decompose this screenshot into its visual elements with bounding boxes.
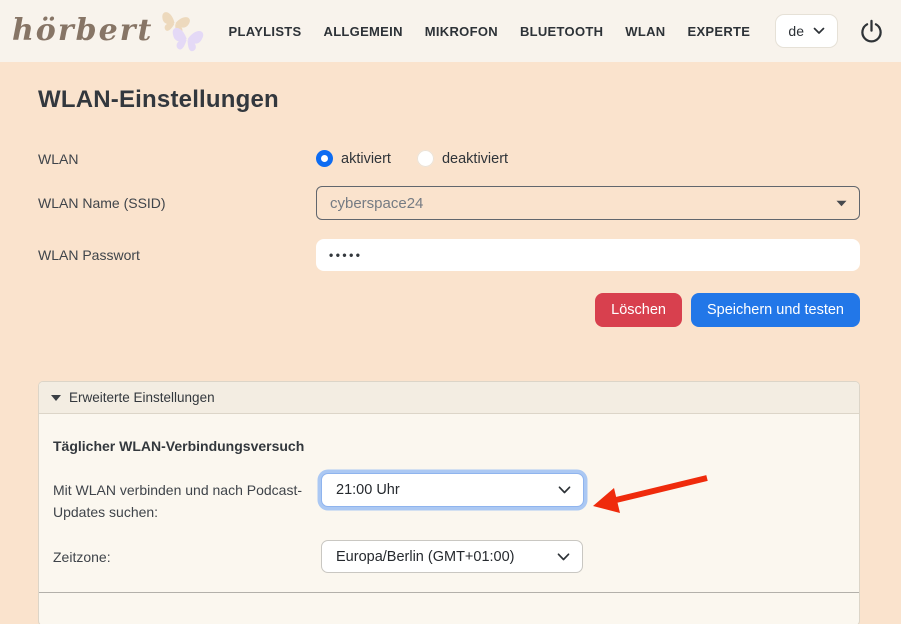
nav-item[interactable]: MIKROFON [425, 24, 498, 39]
radio-unselected-icon[interactable] [417, 150, 434, 167]
chevron-down-icon [557, 553, 570, 561]
advanced-settings-toggle[interactable]: Erweiterte Einstellungen [39, 382, 859, 414]
chevron-down-icon [558, 486, 571, 494]
wlan-label: WLAN [38, 151, 316, 167]
nav-item[interactable]: WLAN [625, 24, 665, 39]
top-header: hörbert PLAYLISTS AL [0, 0, 901, 62]
advanced-settings-label: Erweiterte Einstellungen [69, 390, 215, 405]
ssid-value: cyberspace24 [330, 195, 423, 212]
chevron-down-icon [813, 27, 825, 35]
timezone-select[interactable]: Europa/Berlin (GMT+01:00) [321, 540, 583, 573]
advanced-settings-panel: Erweiterte Einstellungen Täglicher WLAN-… [38, 381, 860, 624]
nav-item[interactable]: PLAYLISTS [228, 24, 301, 39]
main-nav: PLAYLISTS ALLGEMEIN MIKROFON BLUETOOTH W… [228, 24, 750, 39]
wlan-radio-group: aktiviert deaktiviert [316, 150, 860, 167]
panel-divider [39, 592, 859, 593]
nav-item[interactable]: EXPERTE [687, 24, 750, 39]
wlan-form: WLAN aktiviert deaktiviert WLAN Name (SS… [38, 150, 860, 327]
timezone-value: Europa/Berlin (GMT+01:00) [336, 549, 515, 565]
form-actions: Löschen Speichern und testen [38, 293, 860, 327]
triangle-down-icon [51, 395, 61, 401]
ssid-label: WLAN Name (SSID) [38, 195, 316, 211]
nav-item[interactable]: ALLGEMEIN [324, 24, 403, 39]
save-and-test-button[interactable]: Speichern und testen [691, 293, 860, 327]
butterfly-icons [155, 7, 207, 57]
podcast-time-label: Mit WLAN verbinden und nach Podcast-Upda… [53, 473, 321, 523]
timezone-row: Zeitzone: Europa/Berlin (GMT+01:00) [53, 540, 859, 573]
timezone-label: Zeitzone: [53, 540, 321, 568]
page-title: WLAN-Einstellungen [38, 86, 860, 114]
ssid-combobox[interactable]: cyberspace24 [316, 186, 860, 220]
podcast-time-row: Mit WLAN verbinden und nach Podcast-Upda… [53, 473, 859, 523]
advanced-settings-body: Täglicher WLAN-Verbindungsversuch Mit WL… [39, 414, 859, 593]
delete-button[interactable]: Löschen [595, 293, 682, 327]
logo-text: hörbert [12, 5, 153, 57]
power-icon [858, 18, 885, 45]
radio-deaktiviert-label: deaktiviert [442, 151, 508, 167]
password-row: WLAN Passwort [38, 239, 860, 271]
main-content: WLAN-Einstellungen WLAN aktiviert deakti… [0, 86, 901, 624]
podcast-time-value: 21:00 Uhr [336, 482, 400, 498]
password-input[interactable] [316, 239, 860, 271]
radio-selected-icon[interactable] [316, 150, 333, 167]
power-button[interactable] [858, 18, 885, 45]
radio-aktiviert-label: aktiviert [341, 151, 391, 167]
logo[interactable]: hörbert [12, 5, 207, 57]
language-value: de [788, 23, 804, 39]
password-label: WLAN Passwort [38, 247, 316, 263]
radio-aktiviert[interactable]: aktiviert [316, 150, 391, 167]
wlan-toggle-row: WLAN aktiviert deaktiviert [38, 150, 860, 167]
podcast-time-select[interactable]: 21:00 Uhr [321, 473, 584, 507]
ssid-row: WLAN Name (SSID) cyberspace24 [38, 186, 860, 220]
radio-deaktiviert[interactable]: deaktiviert [417, 150, 508, 167]
nav-item[interactable]: BLUETOOTH [520, 24, 603, 39]
daily-attempt-heading: Täglicher WLAN-Verbindungsversuch [53, 438, 859, 454]
language-select[interactable]: de [775, 14, 838, 48]
triangle-down-icon [836, 200, 847, 207]
